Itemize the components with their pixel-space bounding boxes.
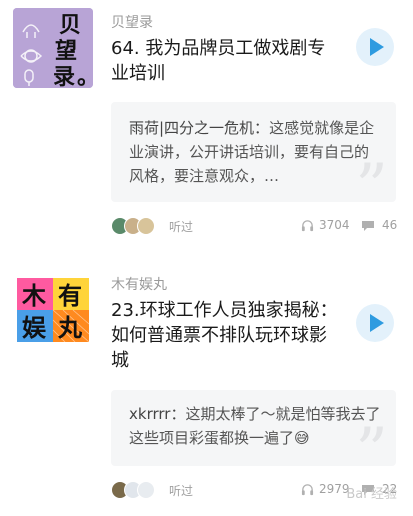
comment-author[interactable]: xkrrrr：	[129, 405, 185, 423]
cover-char: 录	[53, 65, 75, 88]
podcast-name[interactable]: 木有娱丸	[111, 274, 167, 294]
episode-title[interactable]: 23.环球工作人员独家揭秘：如何普通票不排队玩环球影城	[111, 298, 341, 373]
play-button[interactable]	[356, 28, 394, 66]
podcast-cover[interactable]: 贝 望 录 。	[13, 8, 93, 88]
avatar	[137, 481, 155, 499]
play-button[interactable]	[356, 304, 394, 342]
quote-icon: ”	[355, 415, 388, 466]
cover-char: 娱	[22, 314, 47, 342]
podcast-name[interactable]: 贝望录	[111, 12, 153, 32]
cover-char: 望	[55, 39, 77, 64]
listener-avatars[interactable]	[111, 481, 165, 499]
cover-char: 有	[58, 282, 82, 310]
cover-char: 。	[77, 65, 93, 88]
play-icon	[370, 38, 384, 56]
episode-item[interactable]: 贝 望 录 。 贝望录 64. 我为品牌员工做戏剧专业培训 雨荷|四分之一危机：…	[0, 0, 413, 250]
play-count: 3704	[319, 218, 350, 232]
comment-card[interactable]: xkrrrr：这期太棒了～就是怕等我去了这些项目彩蛋都换一遍了😅 ”	[111, 390, 396, 466]
watermark: Bai 经验	[346, 487, 397, 502]
avatar	[137, 217, 155, 235]
cover-char: 贝	[59, 13, 81, 38]
comment-author[interactable]: 雨荷|四分之一危机：	[129, 119, 269, 137]
comment-card[interactable]: 雨荷|四分之一危机：这感觉就像是企业演讲，公开讲话培训，要有自己的风格，要注意观…	[111, 102, 396, 202]
quote-icon: ”	[355, 151, 388, 202]
headphones-icon	[301, 220, 314, 232]
comment-count[interactable]: 46	[382, 218, 397, 232]
headphones-icon	[301, 484, 314, 496]
comment-content: xkrrrr：这期太棒了～就是怕等我去了这些项目彩蛋都换一遍了😅	[129, 402, 382, 450]
episode-meta: 听过 3704 46	[111, 215, 413, 237]
listened-label: 听过	[169, 220, 194, 234]
comment-icon	[362, 221, 374, 231]
cover-char: 木	[21, 282, 47, 310]
episode-title[interactable]: 64. 我为品牌员工做戏剧专业培训	[111, 36, 341, 86]
play-count: 2979	[319, 482, 350, 496]
cover-art: 贝 望 录 。	[13, 8, 93, 88]
episode-item[interactable]: 木 有 娱 丸 木有娱丸 23.环球工作人员独家揭秘：如何普通票不排队玩环球影城…	[0, 250, 413, 516]
podcast-cover[interactable]: 木 有 娱 丸	[13, 270, 93, 350]
play-icon	[370, 314, 384, 332]
cover-art: 木 有 娱 丸	[13, 270, 93, 350]
listened-label: 听过	[169, 484, 194, 498]
listener-avatars[interactable]	[111, 217, 165, 235]
cover-char: 丸	[57, 314, 83, 342]
comment-content: 雨荷|四分之一危机：这感觉就像是企业演讲，公开讲话培训，要有自己的风格，要注意观…	[129, 116, 382, 188]
